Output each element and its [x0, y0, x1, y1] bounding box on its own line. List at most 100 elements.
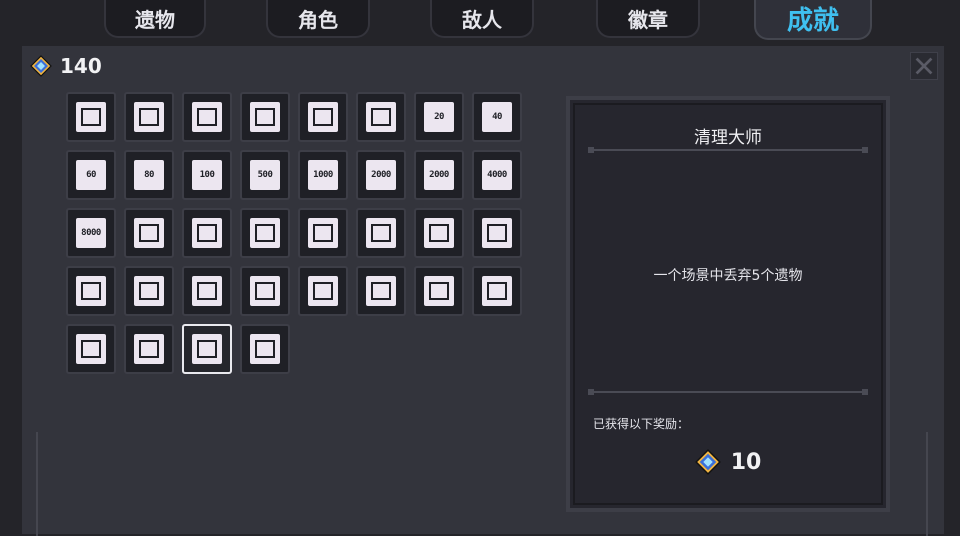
- currency-amount: 140: [60, 54, 102, 78]
- tab-badges[interactable]: 徽章: [596, 0, 700, 38]
- banner-icon: 80: [134, 160, 164, 190]
- sparkle-heart-icon: [250, 276, 280, 306]
- icon-detail: [139, 340, 159, 358]
- icon-detail: [139, 282, 159, 300]
- achievement-cell[interactable]: [182, 266, 232, 316]
- achievement-cell[interactable]: [66, 92, 116, 142]
- icon-detail: [255, 340, 275, 358]
- achievement-cell[interactable]: 100: [182, 150, 232, 200]
- achievement-cell[interactable]: 80: [124, 150, 174, 200]
- achievement-icon-text: 500: [257, 170, 273, 180]
- achievement-cell[interactable]: [356, 266, 406, 316]
- icon-detail: [81, 108, 101, 126]
- lantern-icon: [134, 276, 164, 306]
- achievement-icon-text: 2000: [371, 170, 391, 180]
- achievement-icon-text: 40: [492, 112, 502, 122]
- achievement-detail-panel: 清理大师 一个场景中丢弃5个遗物 已获得以下奖励： 10: [566, 96, 890, 512]
- achievement-cell[interactable]: [414, 266, 464, 316]
- tab-relics[interactable]: 遗物: [104, 0, 206, 38]
- icon-detail: [371, 108, 391, 126]
- icon-detail: [487, 282, 507, 300]
- icon-detail: [197, 224, 217, 242]
- hat-glasses-icon: [192, 276, 222, 306]
- banner-icon: 60: [76, 160, 106, 190]
- close-icon: [915, 57, 933, 75]
- wall-icon: 1000: [308, 160, 338, 190]
- achievement-cell[interactable]: [182, 92, 232, 142]
- grid-icon: [192, 218, 222, 248]
- long-hair-face-icon: [76, 276, 106, 306]
- nodes-icon: [482, 276, 512, 306]
- map-icon: [134, 102, 164, 132]
- icon-detail: [313, 224, 333, 242]
- icon-detail: [429, 224, 449, 242]
- achievement-cell[interactable]: [414, 208, 464, 258]
- achievement-cell[interactable]: [182, 324, 232, 374]
- achievement-cell[interactable]: [298, 266, 348, 316]
- icon-detail: [197, 282, 217, 300]
- map-icon: [250, 102, 280, 132]
- balloons-icon: [76, 334, 106, 364]
- achievement-cell[interactable]: 20: [414, 92, 464, 142]
- achievement-cell[interactable]: 4000: [472, 150, 522, 200]
- achievement-icon-text: 8000: [81, 228, 101, 238]
- reward-label: 已获得以下奖励：: [593, 417, 690, 431]
- headphone-face-icon: [424, 218, 454, 248]
- close-button[interactable]: [910, 52, 938, 80]
- achievement-cell[interactable]: 500: [240, 150, 290, 200]
- achievement-cell[interactable]: [124, 266, 174, 316]
- ghost-icon: [308, 276, 338, 306]
- achievement-cell[interactable]: 60: [66, 150, 116, 200]
- tab-characters[interactable]: 角色: [266, 0, 370, 38]
- achievement-cell[interactable]: 2000: [414, 150, 464, 200]
- achievement-cell[interactable]: [472, 208, 522, 258]
- achievement-cell[interactable]: [298, 92, 348, 142]
- achievement-cell[interactable]: [472, 266, 522, 316]
- banner-icon: 20: [424, 102, 454, 132]
- tab-enemies[interactable]: 敌人: [430, 0, 534, 38]
- achievement-cell[interactable]: [66, 266, 116, 316]
- icon-detail: [487, 224, 507, 242]
- achievement-cell[interactable]: 1000: [298, 150, 348, 200]
- gem-icon: [30, 55, 52, 77]
- trash-bin-icon: [192, 334, 222, 364]
- achievement-cell[interactable]: 2000: [356, 150, 406, 200]
- achievement-cell[interactable]: [298, 208, 348, 258]
- divider: [588, 389, 868, 395]
- icon-detail: [371, 282, 391, 300]
- tombstone-icon: [76, 102, 106, 132]
- achievement-cell[interactable]: [240, 92, 290, 142]
- icon-detail: [313, 282, 333, 300]
- tab-achievements[interactable]: 成就: [754, 0, 872, 40]
- currency-display: 140: [30, 52, 102, 80]
- achievement-cell[interactable]: [182, 208, 232, 258]
- tab-bar: 遗物 角色 敌人 徽章 成就: [0, 0, 960, 46]
- achievement-cell[interactable]: [240, 266, 290, 316]
- achievement-cell[interactable]: 40: [472, 92, 522, 142]
- icon-detail: [139, 224, 159, 242]
- icon-detail: [255, 282, 275, 300]
- achievement-title: 清理大师: [694, 128, 762, 148]
- icon-detail: [139, 108, 159, 126]
- achievement-icon-text: 1000: [313, 170, 333, 180]
- icon-detail: [197, 340, 217, 358]
- wall-icon: 2000: [366, 160, 396, 190]
- achievement-cell[interactable]: [240, 208, 290, 258]
- reward-display: 10: [575, 449, 881, 475]
- bunny-face-icon: [366, 218, 396, 248]
- reward-amount: 10: [730, 449, 762, 475]
- achievement-cell[interactable]: [124, 324, 174, 374]
- brick-icon: 2000: [424, 160, 454, 190]
- achievement-cell[interactable]: [356, 208, 406, 258]
- achievement-cell[interactable]: [124, 92, 174, 142]
- achievement-cell[interactable]: [356, 92, 406, 142]
- panel-edge-left: [36, 432, 38, 536]
- achievement-cell[interactable]: [66, 324, 116, 374]
- achievement-cell[interactable]: 8000: [66, 208, 116, 258]
- achievement-icon-text: 2000: [429, 170, 449, 180]
- gem-icon: [694, 449, 721, 475]
- icon-detail: [197, 108, 217, 126]
- achievement-cell[interactable]: [240, 324, 290, 374]
- icon-detail: [255, 224, 275, 242]
- achievement-cell[interactable]: [124, 208, 174, 258]
